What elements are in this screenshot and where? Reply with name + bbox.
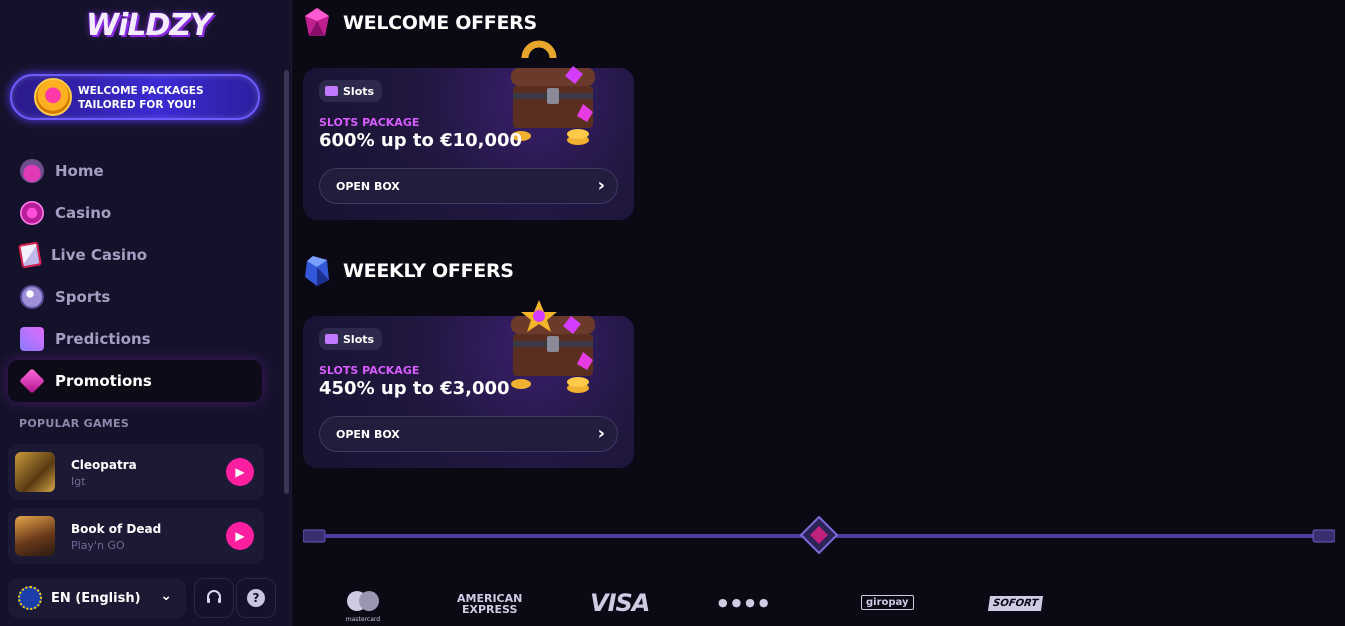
support-button[interactable] [194, 578, 234, 618]
chevron-right-icon: › [597, 423, 605, 444]
soccer-ball-icon [20, 285, 44, 309]
game-provider: Play'n GO [71, 539, 125, 552]
help-button[interactable]: ? [236, 578, 276, 618]
open-box-button[interactable]: OPEN BOX › [319, 416, 618, 452]
play-icon: ▶ [235, 529, 245, 543]
game-card-book-of-dead[interactable]: Book of Dead Play'n GO ▶ [8, 508, 264, 564]
headset-icon [207, 590, 221, 603]
play-button[interactable]: ▶ [226, 522, 254, 550]
nav-item-home[interactable]: Home [8, 150, 262, 192]
diamond-icon [19, 368, 45, 394]
divider-gem-icon [799, 515, 839, 555]
mastercard-logo: mastercard [343, 590, 383, 623]
chart-icon [20, 327, 44, 351]
welcome-packages-banner[interactable]: WELCOME PACKAGES TAILORED FOR YOU! [10, 74, 260, 120]
nav-item-label: Casino [55, 204, 112, 222]
language-label: EN (English) [51, 590, 141, 606]
sidebar: WiLDZY WELCOME PACKAGES TAILORED FOR YOU… [0, 0, 292, 626]
main-nav: Home Casino Live Casino Sports Predictio… [8, 150, 262, 402]
litecoin-icon: ● [745, 596, 759, 609]
payment-methods: mastercard AMERICAN EXPRESS VISA ●●●● gi… [303, 588, 1303, 623]
nav-item-predictions[interactable]: Predictions [8, 318, 262, 360]
game-card-cleopatra[interactable]: Cleopatra Igt ▶ [8, 444, 264, 500]
slots-tag: Slots [319, 80, 383, 102]
slots-tag: Slots [319, 328, 383, 350]
welcome-offer-card[interactable]: Slots SLOTS PACKAGE 600% up to €10,000 O… [303, 40, 634, 220]
weekly-offers-title: WEEKLY OFFERS [343, 260, 514, 282]
nav-item-label: Live Casino [51, 246, 148, 264]
pink-gem-icon [305, 8, 329, 36]
package-amount: 600% up to €10,000 [319, 130, 523, 151]
sidebar-scrollbar[interactable] [284, 70, 289, 494]
open-box-button[interactable]: OPEN BOX › [319, 168, 618, 204]
blue-gem-icon [305, 256, 329, 286]
game-name: Cleopatra [71, 458, 137, 472]
language-select[interactable]: EN (English) ⌄ [8, 578, 186, 618]
chevron-right-icon: › [597, 175, 605, 196]
playing-cards-icon [18, 241, 42, 269]
nav-item-label: Promotions [55, 372, 152, 390]
promo-banner-text: WELCOME PACKAGES TAILORED FOR YOU! [78, 85, 204, 111]
treasure-chest-star-image [503, 286, 603, 396]
popular-games-heading: POPULAR GAMES [19, 417, 130, 430]
nav-item-label: Sports [55, 288, 111, 306]
weekly-offer-card[interactable]: Slots SLOTS PACKAGE 450% up to €3,000 OP… [303, 300, 634, 468]
open-box-label: OPEN BOX [336, 427, 400, 441]
chevron-down-icon: ⌄ [160, 588, 172, 604]
slot-machine-icon [325, 334, 338, 344]
play-button[interactable]: ▶ [226, 458, 254, 486]
slot-machine-icon [325, 86, 338, 96]
giropay-logo: giropay [861, 595, 914, 610]
play-icon: ▶ [235, 465, 245, 479]
package-label: SLOTS PACKAGE [319, 116, 420, 129]
game-provider: Igt [71, 475, 86, 488]
wildzy-logo[interactable]: WiLDZY [86, 8, 212, 48]
tag-label: Slots [343, 84, 375, 98]
game-thumbnail[interactable] [15, 452, 55, 492]
casino-chip-icon [20, 201, 44, 225]
welcome-offers-title: WELCOME OFFERS [343, 12, 537, 34]
gem-coin-icon [34, 78, 72, 116]
nav-item-promotions[interactable]: Promotions [8, 360, 262, 402]
package-label: SLOTS PACKAGE [319, 364, 420, 377]
nav-item-casino[interactable]: Casino [8, 192, 262, 234]
ethereum-icon: ● [731, 596, 746, 609]
home-icon [20, 159, 44, 183]
sofort-logo: SOFORT [987, 596, 1044, 611]
nav-item-label: Home [55, 162, 104, 180]
tag-label: Slots [343, 332, 375, 346]
tether-icon: ● [758, 596, 773, 609]
help-icon: ? [247, 589, 265, 607]
game-thumbnail[interactable] [15, 516, 55, 556]
nav-item-label: Predictions [55, 330, 151, 348]
amex-logo: AMERICAN EXPRESS [457, 592, 523, 616]
bitcoin-icon: ● [718, 596, 732, 609]
nav-item-live-casino[interactable]: Live Casino [8, 234, 262, 276]
visa-logo: VISA [590, 589, 650, 617]
open-box-label: OPEN BOX [336, 179, 400, 193]
eu-flag-icon [18, 586, 42, 610]
game-name: Book of Dead [71, 522, 162, 536]
nav-item-sports[interactable]: Sports [8, 276, 262, 318]
package-amount: 450% up to €3,000 [319, 378, 510, 399]
crypto-icons: ●●●● [718, 596, 772, 609]
